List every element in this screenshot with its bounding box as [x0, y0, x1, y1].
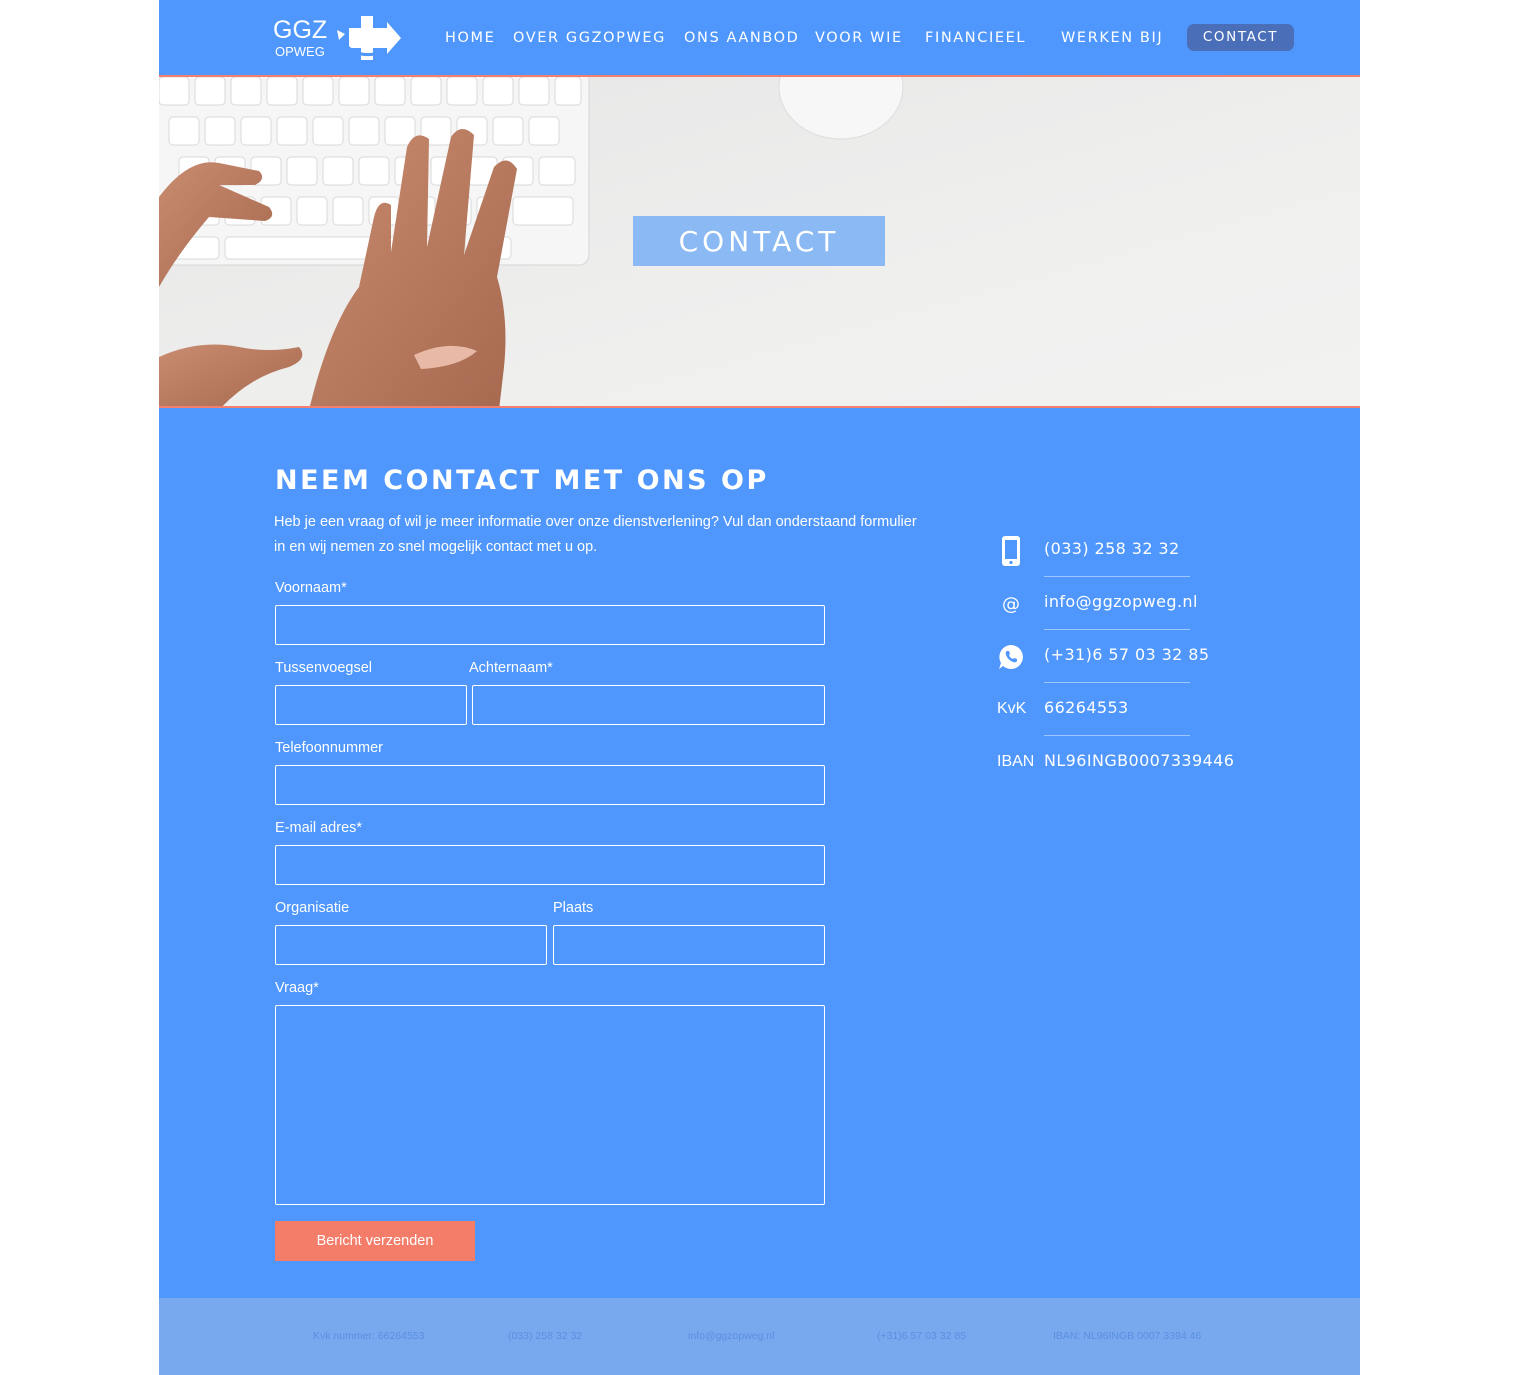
logo[interactable]: GGZ OPWEG — [273, 14, 403, 62]
logo-text-ggz: GGZ — [273, 16, 328, 44]
kvk-prefix: KvK — [997, 700, 1027, 717]
plaats-label: Plaats — [553, 900, 594, 916]
page: GGZ OPWEG HOME OVER GGZOPWEG ONS AANBOD … — [159, 0, 1360, 1375]
contact-email-row: @ info@ggzopweg.nl — [997, 588, 1297, 628]
divider — [1044, 682, 1190, 683]
footer-email[interactable]: info@ggzopweg.nl — [688, 1330, 775, 1342]
contact-email[interactable]: info@ggzopweg.nl — [1044, 592, 1198, 611]
tussenvoegsel-input[interactable] — [275, 685, 467, 725]
divider — [1044, 735, 1190, 736]
contact-phone-row: (033) 258 32 32 — [997, 535, 1297, 575]
email-label: E-mail adres* — [275, 820, 363, 836]
submit-button[interactable]: Bericht verzenden — [275, 1221, 475, 1261]
voornaam-input[interactable] — [275, 605, 825, 645]
logo-cross-arrow-icon — [337, 16, 401, 60]
contact-kvk-row: KvK 66264553 — [997, 694, 1297, 734]
contact-iban-row: IBAN NL96INGB0007339446 — [997, 747, 1297, 787]
achternaam-label: Achternaam* — [469, 660, 553, 676]
nav-item-ons-aanbod[interactable]: ONS AANBOD — [684, 30, 799, 46]
footer-phone[interactable]: (033) 258 32 32 — [508, 1330, 582, 1342]
page-heading: NEEM CONTACT MET ONS OP — [275, 465, 769, 496]
footer-iban: IBAN: NL96INGB 0007 3394 46 — [1053, 1330, 1202, 1342]
site-footer: Kvk nummer: 66264553 (033) 258 32 32 inf… — [159, 1298, 1360, 1375]
email-input[interactable] — [275, 845, 825, 885]
telefoon-label: Telefoonnummer — [275, 740, 383, 756]
site-header: GGZ OPWEG HOME OVER GGZOPWEG ONS AANBOD … — [159, 0, 1360, 76]
telefoon-input[interactable] — [275, 765, 825, 805]
nav-item-voor-wie[interactable]: VOOR WIE — [815, 30, 903, 46]
nav-contact-button[interactable]: CONTACT — [1187, 24, 1294, 51]
vraag-label: Vraag* — [275, 980, 319, 996]
intro-text: Heb je een vraag of wil je meer informat… — [274, 514, 917, 555]
whatsapp-icon — [997, 641, 1025, 673]
contact-whatsapp[interactable]: (+31)6 57 03 32 85 — [1044, 645, 1209, 664]
nav-item-over-ggzopweg[interactable]: OVER GGZOPWEG — [513, 30, 666, 46]
logo-text-opweg: OPWEG — [275, 44, 325, 59]
vraag-textarea[interactable] — [275, 1005, 825, 1205]
hero-title-box: CONTACT — [633, 216, 885, 266]
hero-banner: CONTACT — [159, 75, 1360, 408]
voornaam-label: Voornaam* — [275, 580, 347, 596]
iban-prefix: IBAN — [997, 753, 1035, 770]
nav-item-werken-bij[interactable]: WERKEN BIJ — [1061, 30, 1163, 46]
contact-kvk: 66264553 — [1044, 698, 1129, 717]
organisatie-label: Organisatie — [275, 900, 350, 916]
at-icon: @ — [1002, 593, 1020, 615]
achternaam-input[interactable] — [472, 685, 825, 725]
organisatie-input[interactable] — [275, 925, 547, 965]
divider — [1044, 629, 1190, 630]
plaats-input[interactable] — [553, 925, 825, 965]
footer-kvk: Kvk nummer: 66264553 — [313, 1330, 425, 1342]
nav-item-home[interactable]: HOME — [445, 30, 495, 46]
phone-icon — [997, 535, 1025, 567]
tussenvoegsel-label: Tussenvoegsel — [275, 660, 372, 676]
contact-whatsapp-row: (+31)6 57 03 32 85 — [997, 641, 1297, 681]
nav-item-financieel[interactable]: FINANCIEEL — [925, 30, 1026, 46]
contact-iban: NL96INGB0007339446 — [1044, 751, 1235, 770]
contact-phone[interactable]: (033) 258 32 32 — [1044, 539, 1180, 558]
hero-title: CONTACT — [678, 224, 840, 258]
footer-whatsapp[interactable]: (+31)6 57 03 32 85 — [877, 1330, 966, 1342]
divider — [1044, 576, 1190, 577]
